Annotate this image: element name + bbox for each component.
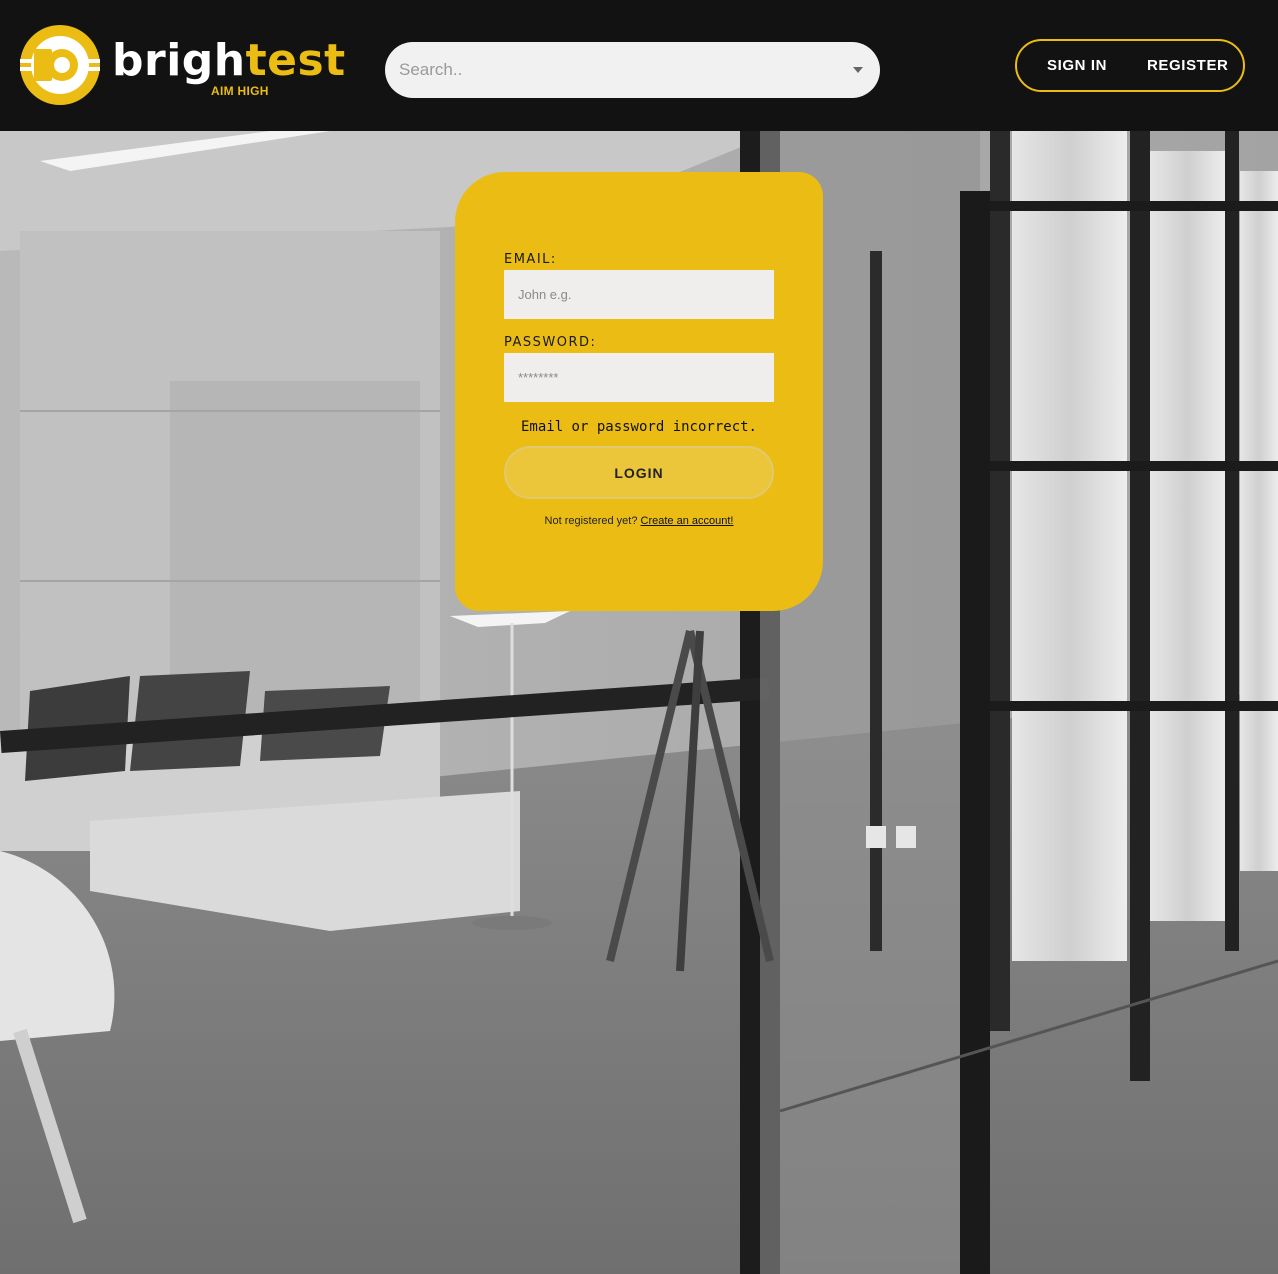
search-input[interactable] (399, 42, 829, 98)
signup-prompt: Not registered yet? Create an account! (455, 515, 823, 527)
signup-prompt-text: Not registered yet? (544, 515, 638, 527)
brand-name: brightest (112, 39, 346, 83)
search-bar[interactable] (385, 42, 880, 98)
error-message: Email or password incorrect. (520, 419, 757, 435)
login-card: EMAIL: PASSWORD: Email or password incor… (455, 172, 823, 611)
brand-name-part-2: test (245, 35, 346, 86)
login-button[interactable]: LOGIN (504, 446, 774, 499)
top-navbar: brightest AIM HIGH SIGN IN REGISTER (0, 0, 1278, 131)
brand-tagline: AIM HIGH (211, 84, 269, 98)
sign-in-button[interactable]: SIGN IN (1047, 41, 1107, 90)
auth-buttons: SIGN IN REGISTER (1015, 39, 1245, 92)
create-account-link[interactable]: Create an account! (641, 515, 734, 527)
logo-mark-icon (20, 25, 100, 105)
password-label: PASSWORD: (504, 335, 597, 350)
register-button[interactable]: REGISTER (1147, 41, 1228, 90)
chevron-down-icon[interactable] (853, 67, 863, 73)
brand-logo[interactable]: brightest AIM HIGH (20, 25, 345, 105)
brand-name-part-1: brigh (112, 35, 246, 86)
password-field[interactable] (504, 353, 774, 402)
email-label: EMAIL: (504, 252, 557, 267)
email-field[interactable] (504, 270, 774, 319)
